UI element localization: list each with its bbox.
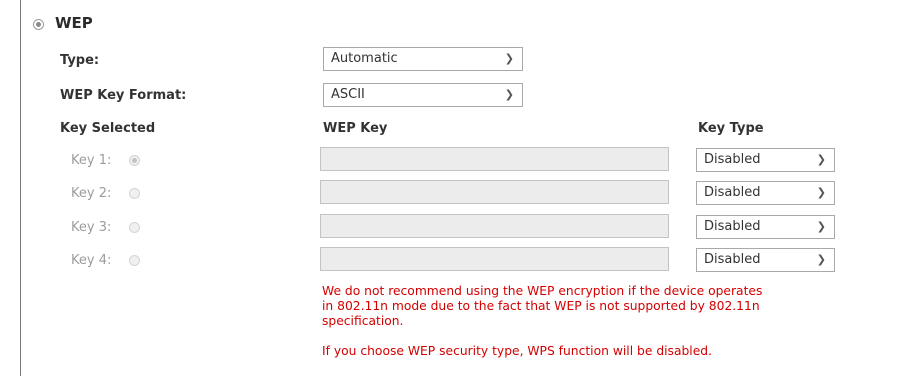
- chevron-down-icon: ❯: [816, 153, 826, 166]
- wep-section-title: WEP: [55, 14, 93, 32]
- key-4-type-value: Disabled: [704, 252, 761, 267]
- key-type-header: Key Type: [698, 121, 764, 136]
- wep-key-format-label: WEP Key Format:: [60, 88, 187, 103]
- key-selected-header: Key Selected: [60, 121, 156, 136]
- chevron-down-icon: ❯: [816, 253, 826, 266]
- wep-key-format-select[interactable]: ASCII ❯: [323, 83, 523, 107]
- key-2-label: Key 2:: [71, 186, 112, 201]
- chevron-down-icon: ❯: [816, 220, 826, 233]
- wep-warning: We do not recommend using the WEP encryp…: [322, 284, 762, 329]
- key-1-label: Key 1:: [71, 153, 112, 168]
- format-select-value: ASCII: [331, 87, 365, 102]
- chevron-down-icon: ❯: [816, 186, 826, 199]
- key-1-radio[interactable]: [129, 155, 140, 166]
- key-2-type-value: Disabled: [704, 185, 761, 200]
- key-3-radio[interactable]: [129, 222, 140, 233]
- wep-warning-line-1: We do not recommend using the WEP encryp…: [322, 284, 763, 298]
- key-1-type-value: Disabled: [704, 152, 761, 167]
- key-2-type-select[interactable]: Disabled ❯: [696, 181, 835, 205]
- key-4-input[interactable]: [320, 247, 669, 271]
- key-2-input[interactable]: [320, 180, 669, 204]
- wep-radio[interactable]: [33, 19, 44, 30]
- type-select[interactable]: Automatic ❯: [323, 47, 523, 71]
- key-2-radio[interactable]: [129, 188, 140, 199]
- wps-warning: If you choose WEP security type, WPS fun…: [322, 344, 712, 358]
- type-select-value: Automatic: [331, 51, 398, 66]
- key-3-type-value: Disabled: [704, 219, 761, 234]
- chevron-down-icon: ❯: [504, 52, 514, 65]
- key-3-type-select[interactable]: Disabled ❯: [696, 215, 835, 239]
- key-4-radio[interactable]: [129, 255, 140, 266]
- key-4-type-select[interactable]: Disabled ❯: [696, 248, 835, 272]
- wep-warning-line-2: in 802.11n mode due to the fact that WEP…: [322, 299, 760, 313]
- key-3-input[interactable]: [320, 214, 669, 238]
- key-1-input[interactable]: [320, 147, 669, 171]
- key-3-label: Key 3:: [71, 220, 112, 235]
- type-label: Type:: [60, 53, 100, 68]
- wep-warning-line-3: specification.: [322, 314, 404, 328]
- chevron-down-icon: ❯: [504, 88, 514, 101]
- wep-key-header: WEP Key: [323, 121, 388, 136]
- wep-settings-panel: WEP Type: Automatic ❯ WEP Key Format: AS…: [20, 0, 907, 376]
- key-1-type-select[interactable]: Disabled ❯: [696, 148, 835, 172]
- key-4-label: Key 4:: [71, 253, 112, 268]
